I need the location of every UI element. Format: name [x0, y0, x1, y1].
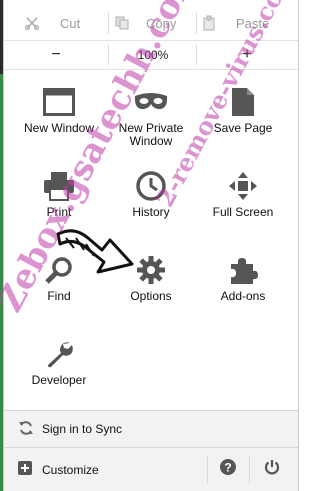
print-label: Print [46, 205, 72, 219]
cut-label: Cut [60, 15, 81, 31]
bottom-separator [249, 456, 250, 484]
clock-icon [105, 168, 197, 204]
power-icon [264, 459, 280, 480]
save-page-button[interactable]: Save Page [197, 84, 289, 160]
paste-button[interactable]: Paste [202, 8, 269, 38]
paste-label: Paste [236, 15, 270, 31]
zoom-controls: − 100% + [4, 40, 298, 70]
new-private-window-button[interactable]: New Private Window [105, 84, 197, 160]
history-label: History [132, 205, 170, 219]
customize-button[interactable]: Customize [18, 448, 99, 491]
edit-separator [108, 12, 109, 34]
new-window-label: New Window [23, 121, 95, 135]
sign-in-to-sync-button[interactable]: Sign in to Sync [4, 411, 298, 447]
help-icon: ? [220, 459, 236, 480]
window-icon [13, 84, 105, 120]
fullscreen-icon [197, 168, 289, 204]
sync-label: Sign in to Sync [42, 422, 123, 436]
copy-button[interactable]: Copy [114, 8, 176, 38]
copy-icon [114, 15, 130, 31]
find-label: Find [47, 289, 71, 303]
svg-text:?: ? [224, 461, 231, 475]
wrench-icon [13, 336, 105, 372]
developer-label: Developer [31, 373, 87, 387]
plus-icon [18, 461, 32, 478]
new-private-window-label: New Private Window [118, 121, 184, 148]
zoom-reset-button[interactable]: 100% [109, 41, 197, 69]
bottom-separator [207, 456, 208, 484]
bottom-toolbar: Customize ? [4, 448, 298, 491]
full-screen-button[interactable]: Full Screen [197, 168, 289, 244]
developer-button[interactable]: Developer [13, 336, 105, 412]
full-screen-label: Full Screen [212, 205, 274, 219]
sync-icon [18, 420, 34, 439]
copy-label: Copy [146, 15, 177, 31]
sync-row-content: Sign in to Sync [18, 411, 122, 447]
page-icon [197, 84, 289, 120]
puzzle-icon [197, 252, 289, 288]
customize-label: Customize [42, 462, 99, 477]
cut-button[interactable]: Cut [24, 8, 80, 38]
help-button[interactable]: ? [210, 448, 246, 491]
options-label: Options [130, 289, 172, 303]
quit-button[interactable] [254, 448, 290, 491]
arrow-overlay [56, 229, 134, 274]
mask-icon [105, 84, 197, 120]
edit-separator [196, 12, 197, 34]
scissors-icon [24, 15, 40, 31]
edit-controls: Cut Copy Paste [4, 8, 298, 38]
printer-icon [13, 168, 105, 204]
zoom-in-button[interactable]: + [197, 41, 297, 69]
zoom-out-button[interactable]: − [4, 41, 108, 69]
clipboard-icon [202, 15, 216, 31]
firefox-menu-panel: Cut Copy Paste − 100% + New Window New P… [3, 0, 299, 491]
add-ons-button[interactable]: Add-ons [197, 252, 289, 328]
new-window-button[interactable]: New Window [13, 84, 105, 160]
add-ons-label: Add-ons [220, 289, 266, 303]
save-page-label: Save Page [213, 121, 273, 135]
